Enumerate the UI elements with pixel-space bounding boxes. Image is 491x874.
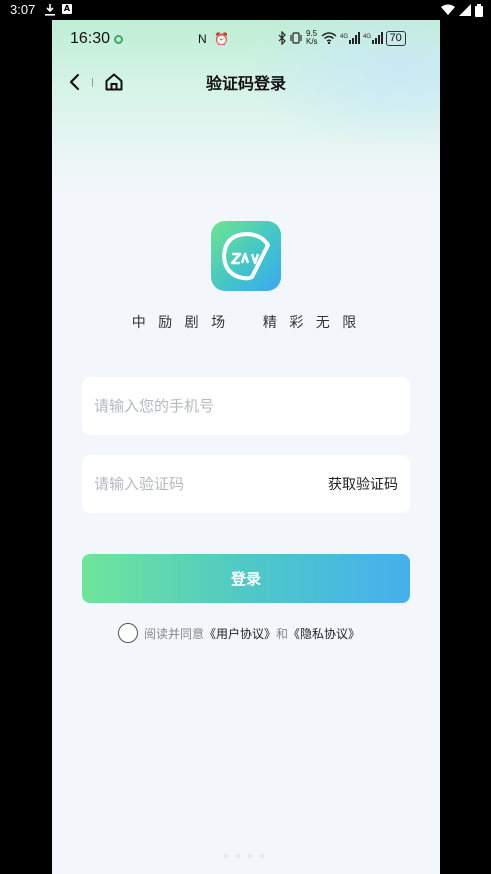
device-status-bar: 3:07 A	[0, 0, 491, 20]
battery-icon	[475, 3, 483, 17]
net-speed: 9.5 K/s	[306, 29, 318, 46]
page-title: 验证码登录	[205, 74, 286, 93]
user-agreement-link[interactable]: 《用户协议》	[204, 625, 276, 642]
device-time: 3:07	[10, 2, 36, 17]
vibrate-icon	[290, 32, 302, 44]
signal-icon	[459, 4, 471, 16]
page-dot	[248, 854, 252, 858]
phone-system-icons: 9.5 K/s 4G 4G 70	[278, 30, 406, 46]
code-input-box: 获取验证码	[82, 455, 410, 513]
navigation-bar: 验证码登录	[52, 64, 440, 100]
svg-text:4G: 4G	[340, 34, 348, 40]
agreement-and: 和	[276, 626, 289, 641]
page-dot	[224, 854, 228, 858]
agreement-prefix: 阅读并同意	[144, 626, 205, 641]
agree-checkbox[interactable]	[118, 623, 138, 643]
privacy-agreement-link[interactable]: 《隐私协议》	[288, 625, 360, 642]
app-logo	[211, 221, 281, 291]
wifi-icon	[321, 32, 337, 44]
phone-status-bar: 16:30 N ⏰ 9.5 K/s 4G 4G 70	[52, 20, 440, 60]
login-button[interactable]: 登录	[82, 554, 410, 603]
page-dot	[260, 854, 264, 858]
phone-input[interactable]	[94, 377, 314, 435]
logo-mark-icon	[222, 232, 270, 281]
svg-text:4G: 4G	[363, 34, 371, 40]
app-screen: 16:30 N ⏰ 9.5 K/s 4G 4G 70 验证码登录 中 励 剧 场…	[52, 20, 440, 874]
download-icon	[45, 4, 55, 16]
brand-slogan: 中 励 剧 场 精 彩 无 限	[131, 315, 361, 331]
get-code-button[interactable]: 获取验证码	[328, 474, 398, 494]
agreement-row: 阅读并同意 《用户协议》 和 《隐私协议》	[118, 622, 360, 644]
nfc-alarm-icons: N ⏰	[198, 32, 231, 46]
app-notification-icon: A	[62, 4, 72, 14]
device-system-icons	[441, 3, 483, 17]
status-dot-icon	[114, 35, 123, 44]
signal-4g-icon: 4G	[363, 32, 383, 44]
page-dot	[236, 854, 240, 858]
phone-time: 16:30	[70, 30, 111, 47]
page-indicator	[224, 854, 264, 858]
verification-code-input[interactable]	[94, 455, 314, 513]
bluetooth-icon	[278, 31, 286, 45]
wifi-icon	[441, 4, 455, 15]
battery-level: 70	[385, 30, 406, 46]
signal-4g-icon: 4G	[340, 32, 360, 44]
phone-input-box	[82, 377, 410, 435]
